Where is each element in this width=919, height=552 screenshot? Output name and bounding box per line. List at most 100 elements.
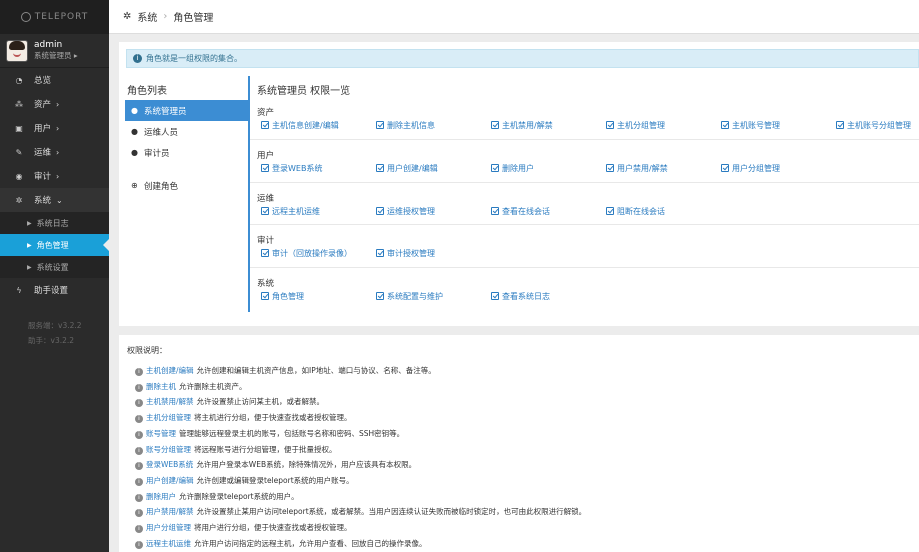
group-divider: [250, 224, 919, 225]
sidebar-item-system[interactable]: ✲ 系统 ⌄: [0, 188, 109, 212]
perm-group-users: 用户 登录WEB系统 用户创建/编辑 删除用户 用户禁用/解禁 用户分组管理: [257, 149, 919, 175]
user-icon: ●: [131, 106, 138, 115]
perm-checkbox[interactable]: 用户创建/编辑: [376, 163, 438, 174]
perm-checkbox[interactable]: 主机分组管理: [606, 120, 665, 131]
perm-label: 远程主机运维: [272, 207, 320, 216]
perm-label: 用户创建/编辑: [387, 164, 438, 173]
perm-group-name: 资产: [257, 108, 275, 118]
perm-checkbox[interactable]: 主机账号管理: [721, 120, 780, 131]
server-version: 服务端：v3.2.2: [28, 321, 82, 330]
perm-checkbox[interactable]: 主机账号分组管理: [836, 120, 911, 131]
checkbox-checked-icon: [261, 164, 269, 172]
perm-group-assets: 资产 主机信息创建/编辑 删除主机信息 主机禁用/解禁 主机分组管理 主机账号管…: [257, 106, 919, 132]
sidebar-subitem-system-log[interactable]: ▶ 系统日志: [0, 212, 109, 234]
logo-text: TELEPORT: [34, 12, 89, 22]
perm-label: 角色管理: [272, 292, 304, 301]
perm-group-name: 用户: [257, 151, 275, 161]
perm-checkbox[interactable]: 删除用户: [491, 163, 534, 174]
role-label: 系统管理员: [144, 106, 187, 117]
sidebar-item-assets[interactable]: ⁂ 资产 ›: [0, 92, 109, 116]
sidebar-item-label: 系统设置: [36, 262, 69, 272]
note-term: 删除用户: [146, 491, 176, 501]
perm-checkbox[interactable]: 主机禁用/解禁: [491, 120, 553, 131]
perm-checkbox[interactable]: 角色管理: [261, 291, 304, 302]
perm-checkbox[interactable]: 远程主机运维: [261, 206, 320, 217]
perm-checkbox[interactable]: 系统配置与维护: [376, 291, 443, 302]
teleport-logo-icon: [20, 12, 31, 22]
checkbox-checked-icon: [491, 164, 499, 172]
perm-checkbox[interactable]: 审计授权管理: [376, 248, 435, 259]
role-item[interactable]: ● 运维人员: [125, 121, 248, 142]
perm-checkbox[interactable]: 主机信息创建/编辑: [261, 120, 339, 131]
user-panel[interactable]: admin 系统管理员 ▸: [0, 34, 109, 68]
role-item[interactable]: ● 审计员: [125, 142, 248, 163]
gear-icon: ✲: [123, 11, 132, 22]
role-card: i 角色就是一组权限的集合。 角色列表 ● 系统管理员 ● 运维人员 ● 审计员…: [119, 42, 919, 326]
note-desc: 允许创建或编辑登录teleport系统的用户账号。: [196, 475, 354, 485]
note-item: i 用户禁用/解禁 允许设置禁止某用户访问teleport系统，或者解禁。当用户因连…: [127, 504, 911, 520]
perm-checkbox[interactable]: 删除主机信息: [376, 120, 435, 131]
permissions-title: 系统管理员 权限一览: [257, 86, 351, 97]
perm-label: 主机信息创建/编辑: [272, 121, 339, 130]
perm-label: 主机分组管理: [617, 121, 665, 130]
perm-label: 删除用户: [502, 164, 534, 173]
note-term: 主机分组管理: [146, 413, 191, 423]
sidebar-item-users[interactable]: ▣ 用户 ›: [0, 116, 109, 140]
caret-right-icon: ▶: [27, 219, 32, 227]
note-item: i 删除用户 允许删除登录teleport系统的用户。: [127, 489, 911, 505]
perm-checkbox[interactable]: 查看在线会话: [491, 206, 550, 217]
sidebar-item-label: 运维: [34, 148, 52, 158]
perm-checkbox[interactable]: 查看系统日志: [491, 291, 550, 302]
info-icon: i: [135, 415, 143, 424]
note-term: 主机禁用/解禁: [146, 397, 194, 407]
perm-group-ops: 运维 远程主机运维 运维授权管理 查看在线会话 阻断在线会话: [257, 192, 919, 218]
perm-checkbox[interactable]: 运维授权管理: [376, 206, 435, 217]
perm-checkbox[interactable]: 用户分组管理: [721, 163, 780, 174]
app-logo[interactable]: TELEPORT: [0, 0, 109, 34]
breadcrumb-root[interactable]: 系统: [137, 9, 157, 24]
checkbox-checked-icon: [721, 121, 729, 129]
note-item: i 用户创建/编辑 允许创建或编辑登录teleport系统的用户账号。: [127, 473, 911, 489]
perm-checkbox[interactable]: 阻断在线会话: [606, 206, 665, 217]
create-role-button[interactable]: ⊕ 创建角色: [125, 175, 248, 196]
perm-label: 查看在线会话: [502, 207, 550, 216]
note-desc: 将用户进行分组，便于快速查找或者授权管理。: [194, 523, 352, 533]
note-desc: 将远程账号进行分组管理，便于批量授权。: [194, 444, 337, 454]
sidebar-subitem-system-settings[interactable]: ▶ 系统设置: [0, 256, 109, 278]
plus-circle-icon: ⊕: [131, 181, 138, 190]
perm-group-name: 审计: [257, 236, 275, 246]
sidebar-item-label: 角色管理: [36, 240, 69, 250]
sidebar-item-assistant-settings[interactable]: ϟ 助手设置: [0, 278, 109, 302]
perm-label: 删除主机信息: [387, 121, 435, 130]
sidebar-item-overview[interactable]: ◔ 总览: [0, 68, 109, 92]
checkbox-checked-icon: [606, 164, 614, 172]
role-item[interactable]: ● 系统管理员: [125, 100, 248, 121]
perm-checkbox[interactable]: 审计（回放操作录像）: [261, 248, 352, 259]
checkbox-checked-icon: [376, 292, 384, 300]
group-divider: [250, 182, 919, 183]
checkbox-checked-icon: [261, 207, 269, 215]
info-icon: i: [135, 509, 143, 518]
perm-checkbox[interactable]: 登录WEB系统: [261, 163, 322, 174]
perm-label: 登录WEB系统: [272, 164, 323, 173]
info-icon: i: [135, 525, 143, 534]
note-desc: 管理能够远程登录主机的账号，包括账号名称和密码、SSH密钥等。: [179, 428, 405, 438]
perm-label: 查看系统日志: [502, 292, 550, 301]
info-icon: i: [133, 54, 142, 63]
checkbox-checked-icon: [376, 207, 384, 215]
role-label: 审计员: [144, 148, 170, 159]
sidebar-subitem-role-mgmt[interactable]: ▶ 角色管理: [0, 234, 109, 256]
user-icon: ●: [131, 127, 138, 136]
note-term: 用户创建/编辑: [146, 475, 194, 485]
note-item: i 主机禁用/解禁 允许设置禁止访问某主机，或者解禁。: [127, 394, 911, 410]
note-term: 删除主机: [146, 381, 176, 391]
note-term: 账号分组管理: [146, 444, 191, 454]
sidebar-item-ops[interactable]: ✎ 运维 ›: [0, 140, 109, 164]
info-icon: i: [135, 477, 143, 486]
avatar: [6, 39, 28, 62]
caret-right-icon: ▶: [27, 241, 32, 249]
user-role[interactable]: 系统管理员 ▸: [34, 51, 78, 60]
perm-checkbox[interactable]: 用户禁用/解禁: [606, 163, 668, 174]
sidebar-item-audit[interactable]: ◉ 审计 ›: [0, 164, 109, 188]
note-desc: 将主机进行分组，便于快速查找或者授权管理。: [194, 413, 352, 423]
